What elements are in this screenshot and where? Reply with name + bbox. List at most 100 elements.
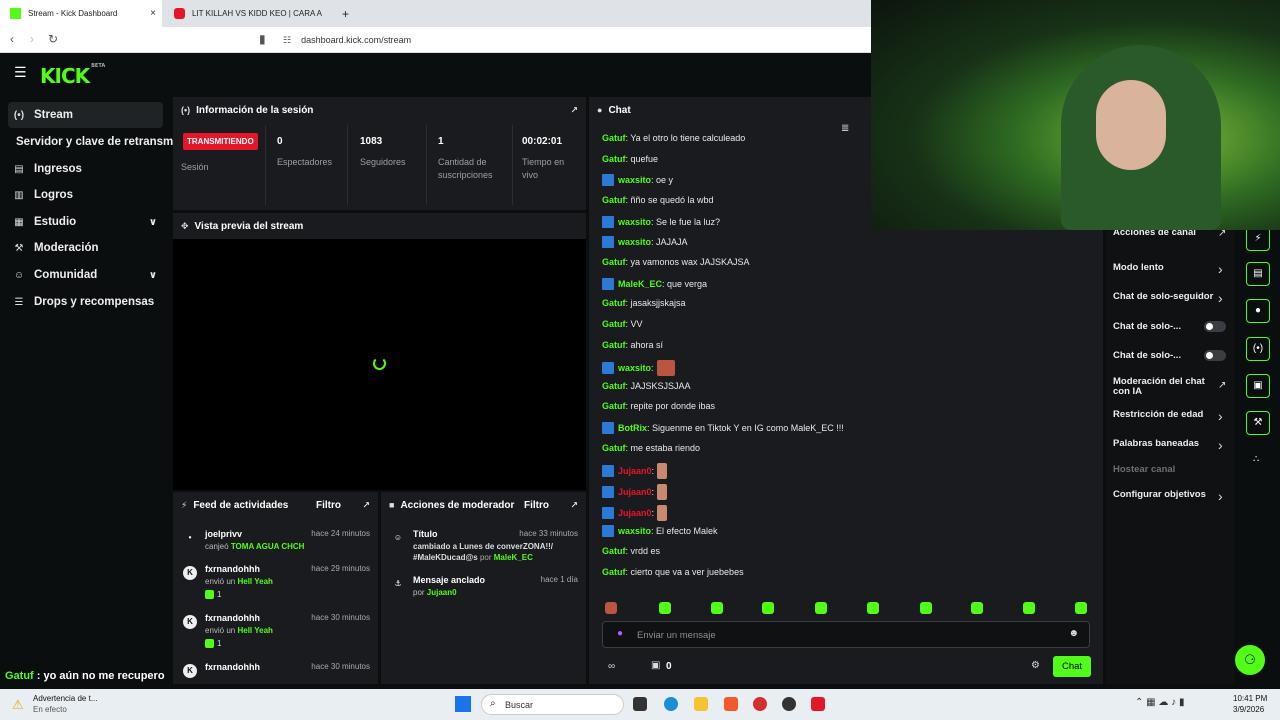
sidebar-item-moderacion[interactable]: ⚒ Moderación — [8, 235, 163, 261]
support-headset-icon[interactable]: ⚆ — [1235, 645, 1265, 675]
popout-icon[interactable]: ↗ — [362, 500, 370, 511]
close-tab-icon[interactable]: × — [150, 8, 156, 19]
chevron-down-icon[interactable]: ∨ — [149, 217, 157, 228]
quick-emote-icon[interactable] — [1075, 602, 1087, 614]
chat-tool-item[interactable]: Configurar objetivos — [1113, 490, 1218, 500]
menu-icon[interactable]: ☰ — [14, 64, 27, 81]
popout-icon[interactable]: ↗ — [570, 105, 578, 116]
edge-icon[interactable] — [664, 697, 678, 711]
chat-filter-icon[interactable]: ≣ — [841, 123, 849, 134]
chat-username[interactable]: BotRix — [618, 423, 647, 433]
sidebar-item-logros[interactable]: ▥ Logros — [8, 182, 163, 208]
store-icon[interactable]: ▣ — [651, 660, 660, 671]
sidebar-item-server-key[interactable]: Servidor y clave de retransm — [16, 129, 176, 155]
message-input[interactable]: ● Enviar un mensaje ☻ — [602, 621, 1090, 648]
username[interactable]: fxrnandohhh — [205, 564, 260, 574]
sidebar-item-estudio[interactable]: ▦ Estudio ∨ — [8, 209, 163, 235]
address-bar[interactable]: ☷ dashboard.kick.com/stream — [283, 31, 411, 49]
chevron-right-icon[interactable]: › — [1218, 437, 1223, 453]
chat-username[interactable]: Gatuf — [602, 133, 626, 143]
chevron-down-icon[interactable]: ∨ — [149, 270, 157, 281]
warning-icon[interactable]: ⚠ — [12, 697, 24, 713]
filter-button[interactable]: Filtro — [524, 500, 549, 511]
chat-username[interactable]: Gatuf — [602, 401, 626, 411]
chat-username[interactable]: Gatuf — [602, 381, 626, 391]
sidebar-item-drops[interactable]: ☰ Drops y recompensas — [8, 289, 163, 315]
chevron-right-icon[interactable]: › — [1218, 290, 1223, 306]
chat-tool-item[interactable]: Chat de solo-... — [1113, 322, 1218, 332]
chat-tool-item[interactable]: Palabras baneadas — [1113, 439, 1218, 449]
chat-tool-item[interactable]: Moderación del chat con IA — [1113, 377, 1218, 397]
users-infinity-icon[interactable]: ∞ — [608, 661, 615, 672]
chevron-right-icon[interactable]: › — [1218, 408, 1223, 424]
quick-emote-icon[interactable] — [659, 602, 671, 614]
toggle-switch[interactable] — [1204, 321, 1226, 332]
chat-username[interactable]: Gatuf — [602, 298, 626, 308]
popout-icon[interactable]: ↗ — [1218, 380, 1226, 391]
quick-emote-icon[interactable] — [605, 602, 617, 614]
broadcast-icon[interactable]: (•) — [1246, 337, 1270, 361]
chat-username[interactable]: waxsito — [618, 363, 651, 373]
chat-username[interactable]: Gatuf — [602, 195, 626, 205]
chat-username[interactable]: waxsito — [618, 175, 651, 185]
chevron-right-icon[interactable]: › — [1218, 261, 1223, 277]
filter-button[interactable]: Filtro — [316, 500, 341, 511]
windows-start-icon[interactable] — [455, 696, 471, 712]
tray-icons[interactable]: ⌃ ▦ ☁ ♪ ▮ — [1135, 697, 1184, 708]
tab-youtube-video[interactable]: LIT KILLAH VS KIDD KEO | CARA A CA — [164, 0, 330, 27]
weather-title[interactable]: Advertencia de t... — [33, 694, 97, 703]
tiktok-icon[interactable] — [811, 697, 825, 711]
quick-emote-icon[interactable] — [1023, 602, 1035, 614]
quick-emote-icon[interactable] — [971, 602, 983, 614]
site-info-icon[interactable]: ☷ — [283, 35, 291, 46]
popout-icon[interactable]: ↗ — [570, 500, 578, 511]
username[interactable]: joelprivv — [205, 529, 242, 539]
chat-username[interactable]: Jujaan0 — [618, 487, 652, 497]
chat-tool-item[interactable]: Modo lento — [1113, 263, 1218, 273]
taskbar-search[interactable]: ⌕ Buscar — [481, 694, 624, 715]
chat-username[interactable]: Jujaan0 — [618, 466, 652, 476]
forward-icon[interactable]: › — [30, 32, 34, 46]
quick-emote-icon[interactable] — [867, 602, 879, 614]
back-icon[interactable]: ‹ — [10, 32, 14, 46]
quick-emote-icon[interactable] — [920, 602, 932, 614]
task-view-icon[interactable] — [633, 697, 647, 711]
chat-username[interactable]: Gatuf — [602, 340, 626, 350]
layout-icon[interactable]: ▣ — [1246, 374, 1270, 398]
file-explorer-icon[interactable] — [694, 697, 708, 711]
chat-username[interactable]: Gatuf — [602, 546, 626, 556]
chat-username[interactable]: Jujaan0 — [618, 508, 652, 518]
app-icon[interactable] — [753, 697, 767, 711]
chevron-right-icon[interactable]: › — [1218, 488, 1223, 504]
chat-username[interactable]: Gatuf — [602, 319, 626, 329]
settings-gear-icon[interactable]: ⚙ — [1031, 660, 1040, 671]
chat-bubble-icon[interactable]: ● — [1246, 299, 1270, 323]
chat-username[interactable]: Gatuf — [602, 257, 626, 267]
bookmark-icon[interactable]: ▮ — [259, 32, 266, 46]
chat-username[interactable]: waxsito — [618, 526, 651, 536]
sidebar-item-comunidad[interactable]: ☺ Comunidad ∨ — [8, 262, 163, 288]
chat-username[interactable]: Gatuf — [602, 154, 626, 164]
chat-username[interactable]: MaleK_EC — [618, 279, 662, 289]
lightning-icon[interactable]: ⚡ — [1246, 227, 1270, 251]
chat-username[interactable]: waxsito — [618, 217, 651, 227]
username[interactable]: fxrnandohhh — [205, 613, 260, 623]
send-chat-button[interactable]: Chat — [1053, 656, 1091, 677]
chat-tool-item[interactable]: Restricción de edad — [1113, 410, 1218, 420]
mic-icon[interactable]: ● — [617, 628, 623, 639]
username[interactable]: fxrnandohhh — [205, 662, 260, 672]
quick-emote-icon[interactable] — [815, 602, 827, 614]
new-tab-button[interactable]: + — [332, 0, 352, 27]
chat-username[interactable]: Gatuf — [602, 443, 626, 453]
community-icon[interactable]: ∴ — [1253, 454, 1259, 465]
chat-username[interactable]: Gatuf — [602, 567, 626, 577]
obs-icon[interactable] — [782, 697, 796, 711]
document-icon[interactable]: ▤ — [1246, 262, 1270, 286]
tab-stream-dashboard[interactable]: Stream - Kick Dashboard × — [0, 0, 162, 27]
toggle-switch[interactable] — [1204, 350, 1226, 361]
kick-logo[interactable]: KICK BETA — [40, 63, 105, 88]
quick-emote-icon[interactable] — [762, 602, 774, 614]
wrench-icon[interactable]: ⚒ — [1246, 411, 1270, 435]
brave-icon[interactable] — [724, 697, 738, 711]
chat-tool-item[interactable]: Chat de solo-... — [1113, 351, 1218, 361]
